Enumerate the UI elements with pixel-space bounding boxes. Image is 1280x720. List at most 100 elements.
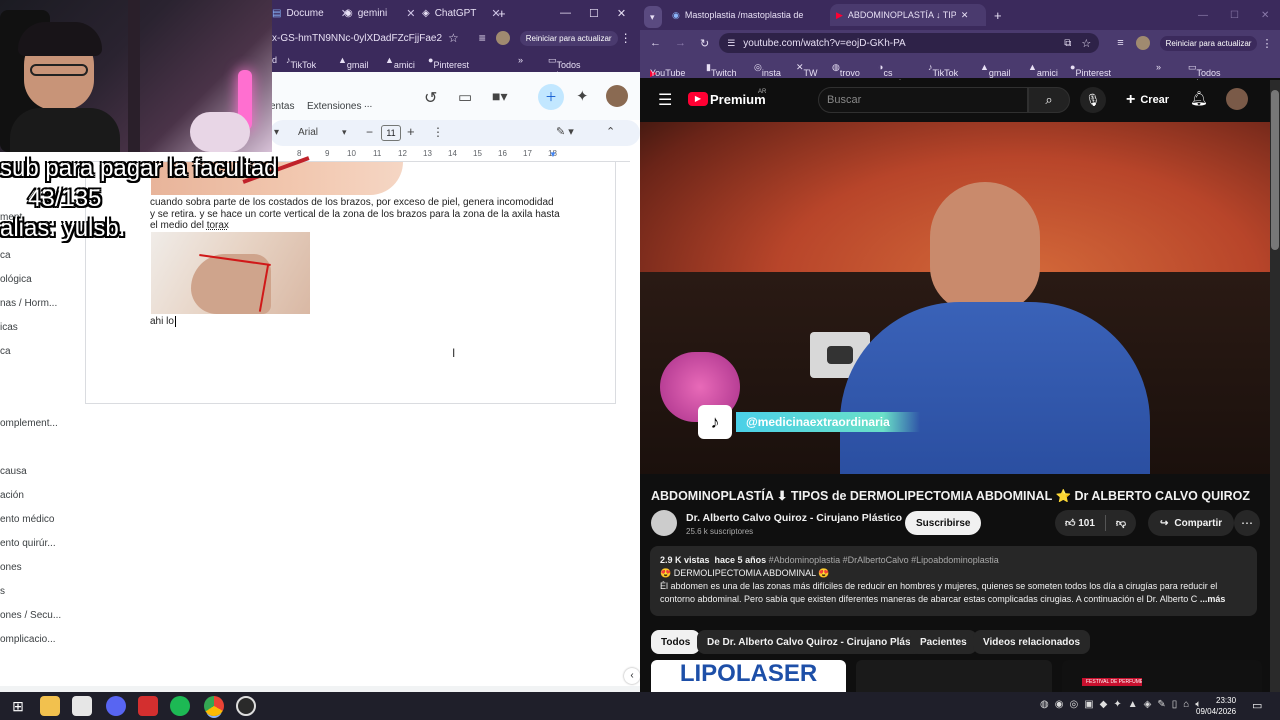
video-player[interactable]: ♪ @medicinaextraordinaria xyxy=(640,122,1270,474)
thumbnail-2[interactable] xyxy=(856,660,1052,692)
maximize-icon[interactable]: ☐ xyxy=(589,7,599,20)
back-icon[interactable]: ← xyxy=(650,37,661,49)
more-actions-icon[interactable]: ⋯ xyxy=(1234,510,1260,536)
outline-item[interactable]: ones xyxy=(0,562,22,573)
site-info-icon[interactable]: ☰ xyxy=(727,38,735,49)
bookmark-all[interactable]: ▭ Todos los favoritos xyxy=(1188,62,1231,98)
bookmark-all[interactable]: ▭ Todos los favoritos xyxy=(548,55,591,90)
outline-item[interactable]: causa xyxy=(0,466,27,477)
bookmark-amici[interactable]: ▲ amici xyxy=(1028,62,1058,78)
discord-icon[interactable] xyxy=(106,696,126,716)
windows-start-icon[interactable]: ⊞ xyxy=(8,696,28,716)
more-options-icon[interactable]: ⋮ xyxy=(432,125,444,139)
obs-icon[interactable] xyxy=(236,696,256,716)
bookmark-gmail[interactable]: ▲ gmail xyxy=(980,62,1010,78)
profile-avatar[interactable] xyxy=(495,31,510,45)
outline-item[interactable]: omplicacio... xyxy=(0,634,56,645)
chevron-right-icon[interactable]: » xyxy=(518,55,523,65)
subscribe-button[interactable]: Suscribirse xyxy=(905,511,982,535)
font-size-input[interactable]: 11 xyxy=(381,125,401,141)
bookmark-csmed[interactable]: ◑ cs med xyxy=(878,62,901,88)
like-button[interactable]: 👍︎ 101 xyxy=(1065,517,1095,529)
bookmark-tiktok[interactable]: ♪ TikTok xyxy=(286,55,316,70)
tab-docs[interactable]: ▤ Docume ✕ xyxy=(272,2,350,24)
media-icon[interactable]: ≡ xyxy=(479,31,486,45)
media-icon[interactable]: ≡ xyxy=(1117,37,1123,49)
collapse-icon[interactable]: ⌃ xyxy=(606,125,615,138)
channel-name[interactable]: Dr. Alberto Calvo Quiroz - Cirujano Plás… xyxy=(686,512,902,524)
arm-image[interactable] xyxy=(151,232,310,314)
typing-line[interactable]: ahi lo xyxy=(150,316,176,327)
outline-item[interactable]: nas / Horm... xyxy=(0,298,57,309)
outline-item[interactable]: ológica xyxy=(0,274,32,285)
dislike-icon[interactable]: 👎︎ xyxy=(1116,517,1126,529)
maximize-icon[interactable]: ☐ xyxy=(1230,10,1239,21)
comment-icon[interactable]: ▭ xyxy=(458,88,472,106)
chrome-icon[interactable] xyxy=(204,696,224,716)
usb-icon[interactable]: ▯ xyxy=(1172,699,1178,710)
share-button[interactable]: ↪ Compartir xyxy=(1148,510,1235,536)
bookmark-insta[interactable]: ◎ insta xyxy=(754,62,781,78)
network-icon[interactable]: ⌂ xyxy=(1183,699,1189,710)
meet-icon[interactable]: ■▾ xyxy=(492,88,507,105)
bookmark-trovo[interactable]: ◍ trovo xyxy=(832,62,860,78)
bookmark-pinterest[interactable]: ● Pinterest xyxy=(428,55,469,70)
notification-icon[interactable]: ▭ xyxy=(1252,699,1262,712)
menu-tools[interactable]: entas xyxy=(270,101,294,112)
spotify-icon[interactable] xyxy=(170,696,190,716)
outline-item[interactable]: ca xyxy=(0,250,11,261)
close-window-icon[interactable]: ✕ xyxy=(1261,10,1269,21)
channel-avatar[interactable] xyxy=(651,510,677,536)
tab-search-icon[interactable]: ▾ xyxy=(644,6,662,28)
increase-size-icon[interactable]: + xyxy=(407,124,415,139)
share-icon[interactable]: ＋ xyxy=(538,84,564,110)
tray-icon[interactable]: ◈ xyxy=(1144,699,1152,710)
profile-avatar[interactable] xyxy=(1135,36,1150,50)
chip-related[interactable]: Videos relacionados xyxy=(973,630,1091,654)
app-icon[interactable] xyxy=(138,696,158,716)
bookmark-gmail[interactable]: ▲ gmail xyxy=(338,55,368,70)
bookmark-tw[interactable]: ✕ TW xyxy=(796,62,818,78)
indent-marker[interactable]: ▼ xyxy=(549,150,557,159)
tray-icon[interactable]: ◆ xyxy=(1100,699,1108,710)
close-window-icon[interactable]: ✕ xyxy=(617,7,626,20)
tab-gemini[interactable]: ◉ gemini ✕ xyxy=(344,2,415,24)
microphone-icon[interactable]: 🎙 xyxy=(1080,87,1106,113)
side-panel-toggle-icon[interactable]: ‹ xyxy=(624,668,640,684)
outline-item[interactable]: ación xyxy=(0,490,24,501)
url-field[interactable]: x-GS-hmTN9NNc-0ylXDadFZcFjjFae2Vk... xyxy=(272,33,442,44)
forward-icon[interactable]: → xyxy=(675,37,686,49)
tray-icon[interactable]: ✎ xyxy=(1157,699,1165,710)
close-icon[interactable]: ✕ xyxy=(961,10,969,21)
show-more-link[interactable]: ...más xyxy=(1200,594,1226,604)
tab-youtube[interactable]: ▶ABDOMINOPLASTÍA ↓ TIPOS d✕ xyxy=(830,4,986,26)
new-tab-button[interactable]: + xyxy=(498,2,506,24)
bookmark-tiktok[interactable]: ♪ TikTok xyxy=(928,62,958,78)
chevron-right-icon[interactable]: » xyxy=(1156,62,1161,72)
close-icon[interactable]: ✕ xyxy=(406,7,415,20)
bookmark-pinterest[interactable]: ● Pinterest xyxy=(1070,62,1111,78)
star-icon[interactable]: ☆ xyxy=(448,31,459,45)
bookmark[interactable]: d xyxy=(272,55,277,65)
minimize-icon[interactable]: — xyxy=(560,7,571,19)
font-select[interactable]: Arial xyxy=(298,127,318,138)
thumbnail-1[interactable]: LIPOLASER xyxy=(651,660,846,692)
hashtags[interactable]: #Abdominoplastia #DrAlbertoCalvo #Lipoab… xyxy=(769,555,999,565)
tray-icon[interactable]: ▲ xyxy=(1128,699,1138,710)
decrease-size-icon[interactable]: − xyxy=(366,125,373,139)
tab-mastoplastia[interactable]: ◉Mastoplastia /mastoplastia de✕ xyxy=(666,4,856,26)
outline-item[interactable]: ento quirúr... xyxy=(0,538,56,549)
search-icon[interactable]: ⌕ xyxy=(1028,87,1070,113)
menu-icon[interactable]: ⋮ xyxy=(1261,37,1272,50)
new-tab-button[interactable]: + xyxy=(988,4,1008,26)
update-button[interactable]: Reiniciar para actualizar xyxy=(519,30,618,46)
tray-icon[interactable]: ◎ xyxy=(1069,699,1078,710)
menu-icon[interactable]: ⋮ xyxy=(620,31,632,45)
update-button[interactable]: Reiniciar para actualizar xyxy=(1159,35,1258,51)
minimize-icon[interactable]: — xyxy=(1198,10,1208,21)
edit-mode-icon[interactable]: ✎ ▾ xyxy=(556,125,574,138)
outline-item[interactable]: omplement... xyxy=(0,418,58,429)
youtube-logo-icon[interactable]: ▶ xyxy=(688,92,708,106)
tray-icon[interactable]: ✦ xyxy=(1113,699,1121,710)
outline-item[interactable]: ento médico xyxy=(0,514,54,525)
